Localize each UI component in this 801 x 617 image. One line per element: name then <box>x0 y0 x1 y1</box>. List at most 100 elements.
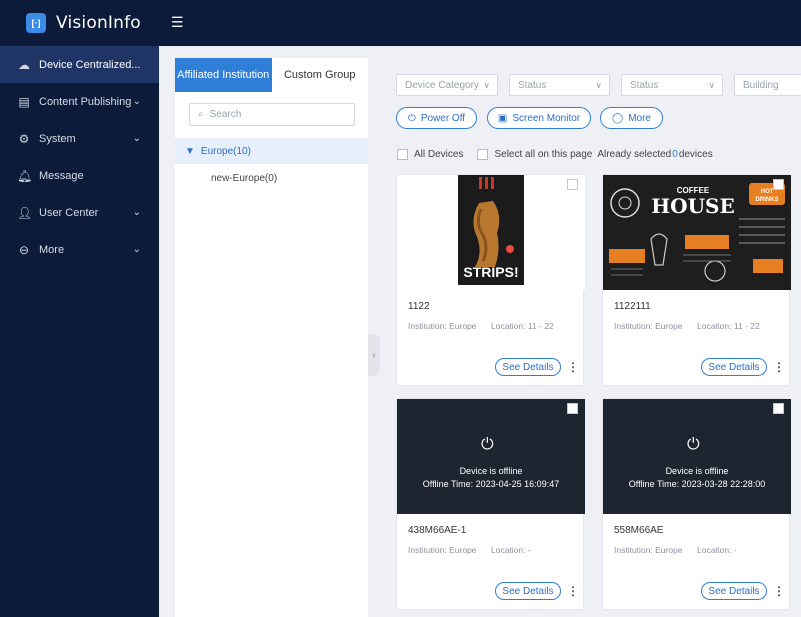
tree-node-label: Europe(10) <box>200 145 251 157</box>
power-off-button[interactable]: ⏻ Power Off <box>396 107 477 129</box>
panel-collapse-handle[interactable]: ‹ <box>368 334 380 376</box>
device-institution: Institution: Europe <box>408 545 477 555</box>
chicken-strips-image: STRIPS! <box>458 175 524 285</box>
power-icon: ⏻ <box>687 436 700 453</box>
kebab-menu-icon[interactable]: ⋮ <box>567 583 579 599</box>
see-details-button[interactable]: See Details <box>495 358 561 376</box>
building-select[interactable]: Building <box>734 74 801 96</box>
select-page-label: Select all on this page <box>494 148 593 160</box>
button-label: Power Off <box>420 112 466 124</box>
select-value: Building <box>743 79 779 91</box>
device-card[interactable]: STRIPS! 1122 Institution: Europe Locatio… <box>396 174 585 386</box>
device-card[interactable]: ⏻ Device is offline Offline Time: 2023-0… <box>396 398 585 610</box>
svg-text:HOT: HOT <box>761 189 774 195</box>
sidebar-item-device-centralized[interactable]: ☁ Device Centralized... <box>0 46 159 83</box>
filter-bar: Device Category ∨ Status ∨ Status ∨ Buil… <box>396 74 801 96</box>
card-checkbox[interactable] <box>773 179 784 190</box>
see-details-button[interactable]: See Details <box>701 582 767 600</box>
user-icon: 👤︎ <box>17 205 33 220</box>
selected-suffix: devices <box>678 148 713 160</box>
search-placeholder: Search <box>209 109 242 120</box>
device-institution: Institution: Europe <box>614 545 683 555</box>
sidebar-item-content-publishing[interactable]: ▤ Content Publishing ⌄ <box>0 83 159 120</box>
institution-tree-panel: Affiliated Institution Custom Group ⌕ Se… <box>175 58 368 617</box>
cloud-dashboard-icon: ☁ <box>18 57 30 72</box>
more-button[interactable]: ◯ More <box>600 107 663 129</box>
bell-icon: 🔔︎ <box>17 168 33 183</box>
monitor-icon: ▣ <box>497 112 508 124</box>
device-category-select[interactable]: Device Category ∨ <box>396 74 498 96</box>
device-name: 1122111 <box>614 301 651 312</box>
sidebar-item-message[interactable]: 🔔︎ Message <box>0 157 159 194</box>
power-icon: ⏻ <box>407 112 416 124</box>
app-logo[interactable]: [·] VisionInfo <box>0 0 159 46</box>
status-select-2[interactable]: Status ∨ <box>621 74 723 96</box>
offline-status: Device is offline <box>665 466 729 476</box>
search-input[interactable]: ⌕ Search <box>189 103 355 126</box>
selected-count: 0 <box>672 148 678 160</box>
app-title: VisionInfo <box>56 13 141 33</box>
kebab-menu-icon[interactable]: ⋮ <box>773 583 785 599</box>
tab-affiliated-institution[interactable]: Affiliated Institution <box>175 58 272 92</box>
chevron-down-icon: ∨ <box>595 79 602 90</box>
sidebar-item-user-center[interactable]: 👤︎ User Center ⌄ <box>0 194 159 231</box>
kebab-menu-icon[interactable]: ⋮ <box>567 359 579 375</box>
caret-down-icon[interactable]: ▼ <box>185 146 195 157</box>
menu-collapse-icon[interactable]: ☰ <box>171 14 184 31</box>
device-name: 438M66AE-1 <box>408 525 467 536</box>
kebab-menu-icon[interactable]: ⋮ <box>773 359 785 375</box>
publishing-icon: ▤ <box>18 94 30 109</box>
select-page-checkbox[interactable] <box>477 148 489 160</box>
screen-monitor-button[interactable]: ▣ Screen Monitor <box>487 107 591 129</box>
logo-icon: [·] <box>26 13 46 33</box>
all-devices-label: All Devices <box>414 148 464 160</box>
more-icon: ⊖ <box>18 242 30 257</box>
tree-node-europe[interactable]: ▼ Europe(10) <box>175 138 368 164</box>
sidebar-item-label: More <box>39 243 65 256</box>
card-checkbox[interactable] <box>567 179 578 190</box>
select-value: Device Category <box>405 79 479 91</box>
device-location: Location: - <box>491 545 531 555</box>
coffee-house-image: COFFEE HOUSE HOT DRINKS <box>603 175 791 290</box>
sidebar-item-system[interactable]: ⚙ System ⌄ <box>0 120 159 157</box>
see-details-button[interactable]: See Details <box>495 582 561 600</box>
thumb-text: STRIPS! <box>463 264 518 280</box>
top-bar: ☰ <box>159 0 801 46</box>
device-location: Location: - <box>697 545 737 555</box>
device-thumbnail: COFFEE HOUSE HOT DRINKS <box>603 175 791 290</box>
chevron-down-icon: ⌄ <box>132 244 141 255</box>
tree-node-new-europe[interactable]: new-Europe(0) <box>175 164 368 192</box>
device-thumbnail: STRIPS! <box>397 175 585 290</box>
power-icon: ⏻ <box>481 436 494 453</box>
sidebar-item-label: Message <box>39 169 84 182</box>
chevron-down-icon: ∨ <box>708 79 715 90</box>
offline-status: Device is offline <box>459 466 523 476</box>
tree-tabs: Affiliated Institution Custom Group <box>175 58 368 92</box>
see-details-button[interactable]: See Details <box>701 358 767 376</box>
status-select[interactable]: Status ∨ <box>509 74 610 96</box>
device-thumbnail-offline: ⏻ Device is offline Offline Time: 2023-0… <box>397 399 585 514</box>
sidebar-item-more[interactable]: ⊖ More ⌄ <box>0 231 159 268</box>
device-location: Location: 11 - 22 <box>697 321 760 331</box>
chevron-down-icon: ⌄ <box>132 133 141 144</box>
sidebar-item-label: User Center <box>39 206 99 219</box>
more-circle-icon: ◯ <box>612 112 624 124</box>
all-devices-checkbox[interactable] <box>397 148 408 160</box>
sidebar-item-label: Content Publishing <box>39 95 132 108</box>
card-checkbox[interactable] <box>773 403 784 414</box>
svg-text:HOUSE: HOUSE <box>651 194 734 218</box>
selection-row: All Devices Select all on this page Alre… <box>397 147 713 161</box>
device-thumbnail-offline: ⏻ Device is offline Offline Time: 2023-0… <box>603 399 791 514</box>
device-card[interactable]: ⏻ Device is offline Offline Time: 2023-0… <box>602 398 791 610</box>
device-card[interactable]: COFFEE HOUSE HOT DRINKS 1122111 Institut… <box>602 174 791 386</box>
search-icon: ⌕ <box>198 109 204 120</box>
chevron-down-icon: ⌄ <box>132 207 141 218</box>
device-name: 558M66AE <box>614 525 664 536</box>
tab-custom-group[interactable]: Custom Group <box>272 58 369 92</box>
selected-prefix: Already selected <box>597 148 672 160</box>
button-label: More <box>628 112 651 124</box>
sidebar-item-label: Device Centralized... <box>39 58 141 71</box>
card-checkbox[interactable] <box>567 403 578 414</box>
offline-time: Offline Time: 2023-03-28 22:28:00 <box>628 479 766 489</box>
svg-text:DRINKS: DRINKS <box>755 197 778 203</box>
